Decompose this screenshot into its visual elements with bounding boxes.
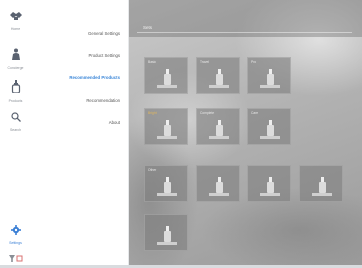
product-set-tile[interactable]: Other (144, 165, 188, 202)
icon-rail: Home Concierge Products Search Settings (0, 0, 32, 265)
product-bottle-icon (157, 69, 177, 88)
tile-label: Bright (148, 111, 157, 115)
tile-label: Pro (251, 60, 257, 64)
product-bottle-icon (260, 69, 280, 88)
search-icon (10, 109, 21, 127)
settings-menu: General Settings Product Settings Recomm… (31, 0, 129, 265)
menu-item-about[interactable]: About (109, 120, 120, 125)
product-set-tile[interactable]: Complete (196, 108, 240, 145)
product-bottle-icon (209, 120, 229, 139)
product-set-tile[interactable] (144, 214, 188, 251)
tile-label: Basic (148, 60, 157, 64)
tile-label: Complete (200, 111, 215, 115)
handshake-icon (9, 8, 23, 26)
product-set-tile[interactable] (196, 165, 240, 202)
tile-label: Care (251, 111, 259, 115)
gear-icon (10, 222, 21, 240)
menu-item-product-settings[interactable]: Product Settings (88, 53, 120, 58)
tile-label: Other (148, 168, 157, 172)
menu-item-general-settings[interactable]: General Settings (88, 31, 120, 36)
rail-item-settings[interactable]: Settings (0, 222, 31, 245)
page-title: Sets (143, 25, 153, 30)
rail-item-filter[interactable] (0, 250, 31, 268)
rail-item-label: Home (10, 27, 21, 31)
filter-icon (8, 250, 23, 268)
product-set-tile[interactable]: Bright (144, 108, 188, 145)
menu-item-recommended-products[interactable]: Recommended Products (69, 75, 120, 80)
product-bottle-icon (157, 120, 177, 139)
product-set-tile[interactable]: Basic (144, 57, 188, 94)
product-bottle-icon (157, 177, 177, 196)
product-set-tile[interactable]: Care (247, 108, 291, 145)
product-bottle-icon (260, 177, 280, 196)
page-header (129, 0, 362, 37)
product-bottle-icon (209, 69, 229, 88)
rail-item-label: Concierge (7, 66, 24, 70)
dropper-bottle-icon (11, 80, 21, 98)
product-bottle-icon (312, 177, 332, 196)
app-window: Home Concierge Products Search Settings (0, 0, 362, 265)
product-bottle-icon (209, 177, 229, 196)
product-set-tile[interactable] (247, 165, 291, 202)
tile-label: Travel (200, 60, 210, 64)
rail-item-label: Search (9, 128, 22, 132)
rail-item-products[interactable]: Products (0, 80, 31, 103)
product-set-tile[interactable]: Travel (196, 57, 240, 94)
rail-item-label: Products (8, 99, 23, 103)
rail-item-label: Settings (9, 241, 22, 245)
rail-item-concierge[interactable]: Concierge (0, 47, 31, 70)
rail-item-search[interactable]: Search (0, 109, 31, 132)
product-set-tile[interactable]: Pro (247, 57, 291, 94)
product-bottle-icon (157, 226, 177, 245)
main-content: Sets Basic Travel Pro Bright Complete Ca… (129, 0, 362, 265)
product-set-tile[interactable] (299, 165, 343, 202)
concierge-icon (11, 47, 21, 65)
product-bottle-icon (260, 120, 280, 139)
rail-item-home[interactable]: Home (0, 8, 31, 31)
menu-item-recommendation[interactable]: Recommendation (86, 98, 120, 103)
header-divider (137, 32, 352, 33)
